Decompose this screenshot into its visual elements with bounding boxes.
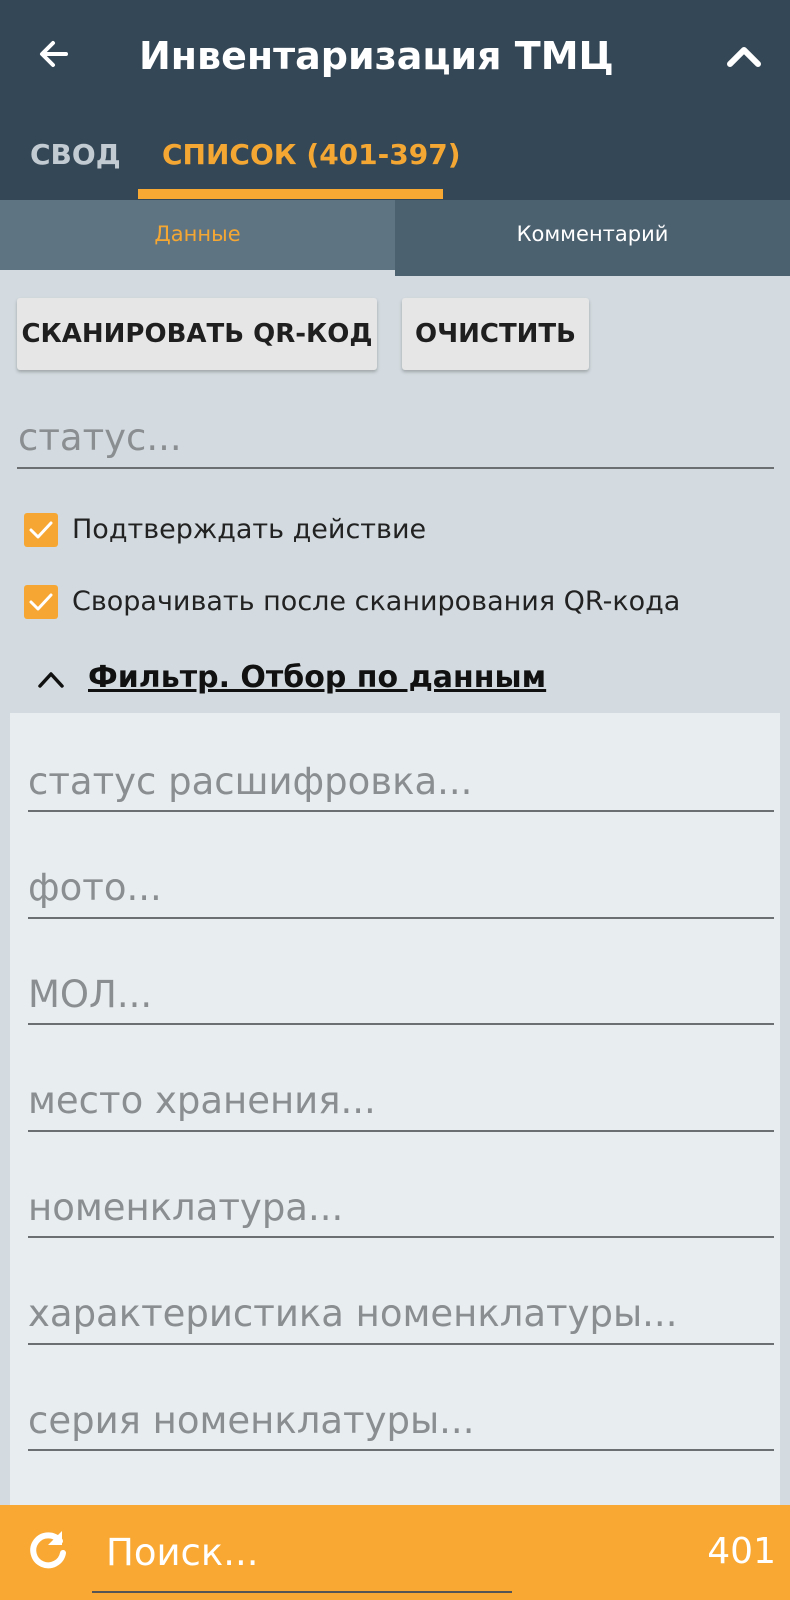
- arrow-left-icon: [40, 41, 68, 67]
- scan-qr-button[interactable]: СКАНИРОВАТЬ QR-КОД: [17, 298, 377, 370]
- back-button[interactable]: [30, 30, 78, 78]
- check-icon: [29, 521, 53, 539]
- field-underline: [28, 1236, 774, 1238]
- field-underline: [28, 1023, 774, 1025]
- search-input[interactable]: [92, 1517, 512, 1587]
- refresh-icon[interactable]: [24, 1527, 72, 1575]
- subtab-bar: Данные Комментарий: [0, 200, 790, 276]
- subtab-data[interactable]: Данные: [0, 200, 395, 276]
- status-field[interactable]: статус...: [18, 416, 182, 459]
- collapse-button[interactable]: [720, 32, 768, 80]
- active-tab-indicator: [138, 189, 443, 199]
- status-decode-field[interactable]: статус расшифровка...: [28, 760, 472, 803]
- item-count: 401: [707, 1531, 776, 1572]
- field-underline: [28, 1343, 774, 1345]
- nomenclature-characteristic-field[interactable]: характеристика номенклатуры...: [28, 1292, 677, 1335]
- subtab-data-label: Данные: [154, 222, 241, 246]
- field-underline: [28, 1130, 774, 1132]
- photo-field[interactable]: фото...: [28, 866, 162, 909]
- confirm-action-label: Подтверждать действие: [72, 514, 427, 545]
- tab-svod[interactable]: СВОД: [30, 138, 121, 171]
- chevron-up-icon[interactable]: [36, 668, 66, 690]
- tab-list[interactable]: СПИСОК (401-397): [162, 138, 461, 171]
- collapse-after-scan-label: Сворачивать после сканирования QR-кода: [72, 586, 681, 617]
- storage-place-field[interactable]: место хранения...: [28, 1079, 376, 1122]
- nomenclature-field[interactable]: номенклатура...: [28, 1186, 343, 1229]
- search-underline: [92, 1591, 512, 1593]
- subtab-indicator: [0, 270, 395, 276]
- page-title: Инвентаризация ТМЦ: [139, 34, 614, 78]
- subtab-comment[interactable]: Комментарий: [395, 222, 790, 246]
- chevron-up-icon: [727, 47, 761, 67]
- check-icon: [29, 593, 53, 611]
- collapse-after-scan-checkbox[interactable]: [24, 585, 58, 619]
- clear-button[interactable]: ОЧИСТИТЬ: [402, 298, 589, 370]
- filter-toggle[interactable]: Фильтр. Отбор по данным: [88, 660, 546, 695]
- confirm-action-checkbox[interactable]: [24, 513, 58, 547]
- nomenclature-series-field[interactable]: серия номенклатуры...: [28, 1399, 474, 1442]
- mol-field[interactable]: МОЛ...: [28, 973, 152, 1016]
- field-underline: [28, 1449, 774, 1451]
- status-field-underline: [17, 467, 774, 469]
- app-bar: Инвентаризация ТМЦ СВОД СПИСОК (401-397): [0, 0, 790, 200]
- bottom-search-bar: 401: [0, 1505, 790, 1600]
- field-underline: [28, 917, 774, 919]
- field-underline: [28, 810, 774, 812]
